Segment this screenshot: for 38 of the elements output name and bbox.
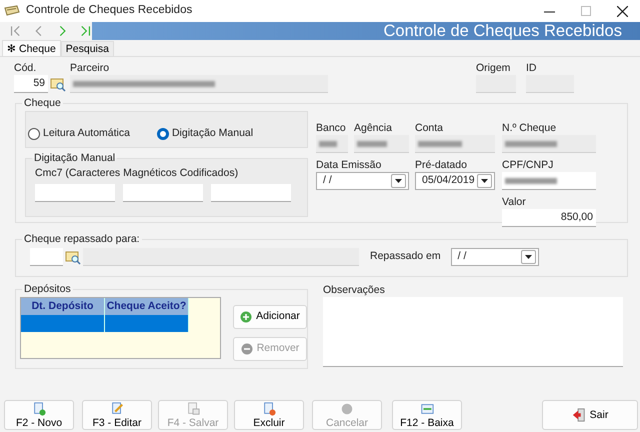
field-label: Parceiro	[70, 61, 110, 75]
date-picker[interactable]: / /	[450, 248, 539, 266]
field-label: Valor	[502, 195, 527, 209]
group-title: Digitação Manual	[33, 152, 116, 164]
column-header[interactable]: Dt. Depósito	[21, 298, 105, 315]
field-label: Pré-datado	[415, 158, 468, 172]
date-picker[interactable]: / /	[316, 172, 409, 190]
group-title: Cheque repassado para:	[23, 233, 141, 245]
radio-option[interactable]: Digitação Manual	[156, 126, 254, 142]
header-title: Controle de Cheques Recebidos	[384, 20, 622, 42]
tab[interactable]: Pesquisa	[60, 41, 114, 56]
field-label: N.º Cheque	[502, 121, 558, 135]
value-field[interactable]: 850,00	[502, 209, 596, 227]
column-header[interactable]: Cheque Aceito?	[105, 298, 189, 315]
radio-option[interactable]: Leitura Automática	[28, 126, 130, 142]
group-title: Cheque	[23, 97, 62, 109]
toolbar-button[interactable]: F2 - Novo	[4, 400, 74, 430]
window-title: Controle de Cheques Recebidos	[26, 3, 192, 18]
group-title: Depósitos	[23, 283, 72, 295]
field-label: Conta	[415, 121, 444, 135]
field-label: Cmc7 (Caracteres Magnéticos Codificados)	[35, 166, 240, 180]
field-label: Banco	[316, 121, 347, 135]
field-label: Repassado em	[370, 249, 441, 264]
toolbar-button[interactable]: F3 - Editar	[82, 400, 152, 430]
field-label: Observações	[323, 283, 386, 297]
field-label: Data Emissão	[316, 158, 382, 172]
field-label: Agência	[354, 121, 393, 135]
exit-button[interactable]: Sair	[542, 400, 638, 430]
add-button[interactable]: Adicionar	[233, 305, 307, 329]
field-label: Cód.	[14, 61, 38, 75]
toolbar-button[interactable]: F12 - Baixa	[392, 400, 462, 430]
field-label: ID	[526, 61, 538, 75]
code-field[interactable]: 59	[14, 75, 48, 93]
tab[interactable]: ✻ Cheque	[2, 40, 61, 56]
date-picker[interactable]: 05/04/2019	[415, 172, 495, 190]
field-label: CPF/CNPJ	[502, 158, 554, 172]
toolbar-button[interactable]: Excluir	[234, 400, 304, 430]
field-label: Origem	[476, 61, 512, 75]
